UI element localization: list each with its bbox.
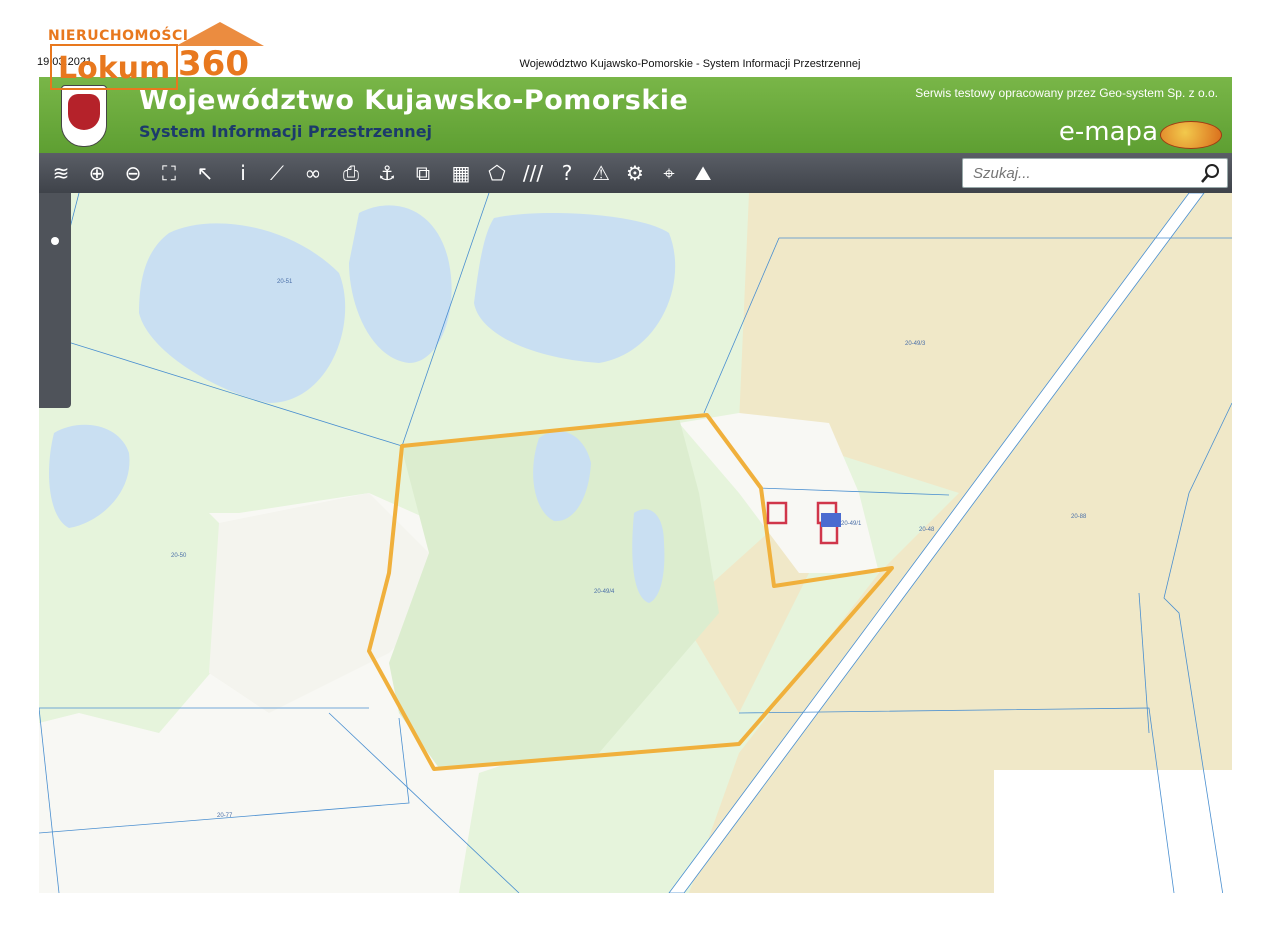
parcel-label: 20-49/3 <box>905 341 926 347</box>
layers-icon[interactable]: ≋ <box>47 159 75 187</box>
watermark-line1: NIERUCHOMOŚCI <box>48 28 189 44</box>
copy-icon[interactable]: ⧉ <box>409 159 437 187</box>
map-toolbar: ≋ ⊕ ⊖ ⛶ ↖ i ⟋ ∞ ⎙ ⚓ ⧉ ▦ ⬠ ///? ⚠ ⚙ ⌖ ⛰ <box>39 153 1232 193</box>
help-icon[interactable]: ? <box>553 159 581 187</box>
test-notice: Serwis testowy opracowany przez Geo-syst… <box>915 86 1218 100</box>
panel-toggle-icon[interactable] <box>51 237 59 245</box>
settings-icon[interactable]: ⚙ <box>621 159 649 187</box>
parcel-label: 20-77 <box>217 813 233 819</box>
search-input[interactable] <box>971 159 1195 187</box>
select-pointer-icon[interactable]: ↖ <box>191 159 219 187</box>
parcel-label: 20-88 <box>1071 514 1087 520</box>
emapa-brand: e-mapa <box>1058 117 1158 147</box>
header-subtitle: System Informacji Przestrzennej <box>139 122 433 141</box>
map-svg: 20-51 20-49/3 20-50 20-49/4 20-49/1 20-4… <box>39 193 1232 893</box>
watermark-brand: Lokum <box>50 44 178 90</box>
terrain-icon[interactable]: ⛰ <box>689 159 717 187</box>
shape-icon[interactable]: ⬠ <box>483 159 511 187</box>
parcel-label: 20-49/4 <box>594 589 615 595</box>
watermark-number: 360 <box>178 44 249 84</box>
geosystem-logo-icon <box>1160 121 1222 149</box>
location-marker[interactable] <box>821 513 841 527</box>
link-icon[interactable]: ∞ <box>299 159 327 187</box>
print-icon[interactable]: ⎙ <box>337 159 365 187</box>
map-canvas[interactable]: 20-51 20-49/3 20-50 20-49/4 20-49/1 20-4… <box>39 193 1232 893</box>
anchor-icon[interactable]: ⚓ <box>373 159 401 187</box>
location-icon[interactable]: ⌖ <box>655 159 683 187</box>
parcel-label: 20-50 <box>171 553 187 559</box>
hatch-icon[interactable]: /// <box>519 159 547 187</box>
white-area <box>994 770 1232 893</box>
water-body <box>474 213 676 363</box>
search-box <box>962 158 1228 188</box>
water-body <box>349 205 452 363</box>
zoom-in-icon[interactable]: ⊕ <box>83 159 111 187</box>
parcel-label: 20-51 <box>277 279 293 285</box>
water-body <box>139 223 346 403</box>
search-icon[interactable] <box>1199 161 1223 185</box>
parcel-label: 20-48 <box>919 527 935 533</box>
warning-icon[interactable]: ⚠ <box>587 159 615 187</box>
side-panel <box>39 193 71 408</box>
layout-icon[interactable]: ▦ <box>447 159 475 187</box>
lokum360-watermark: NIERUCHOMOŚCI Lokum 360 <box>38 22 278 102</box>
measure-icon[interactable]: ⟋ <box>263 159 291 187</box>
water-body <box>49 424 130 528</box>
info-icon[interactable]: i <box>229 159 257 187</box>
zoom-extent-icon[interactable]: ⛶ <box>155 159 183 187</box>
house-roof-icon <box>176 22 264 46</box>
parcel-label: 20-49/1 <box>841 521 862 527</box>
zoom-out-icon[interactable]: ⊖ <box>119 159 147 187</box>
